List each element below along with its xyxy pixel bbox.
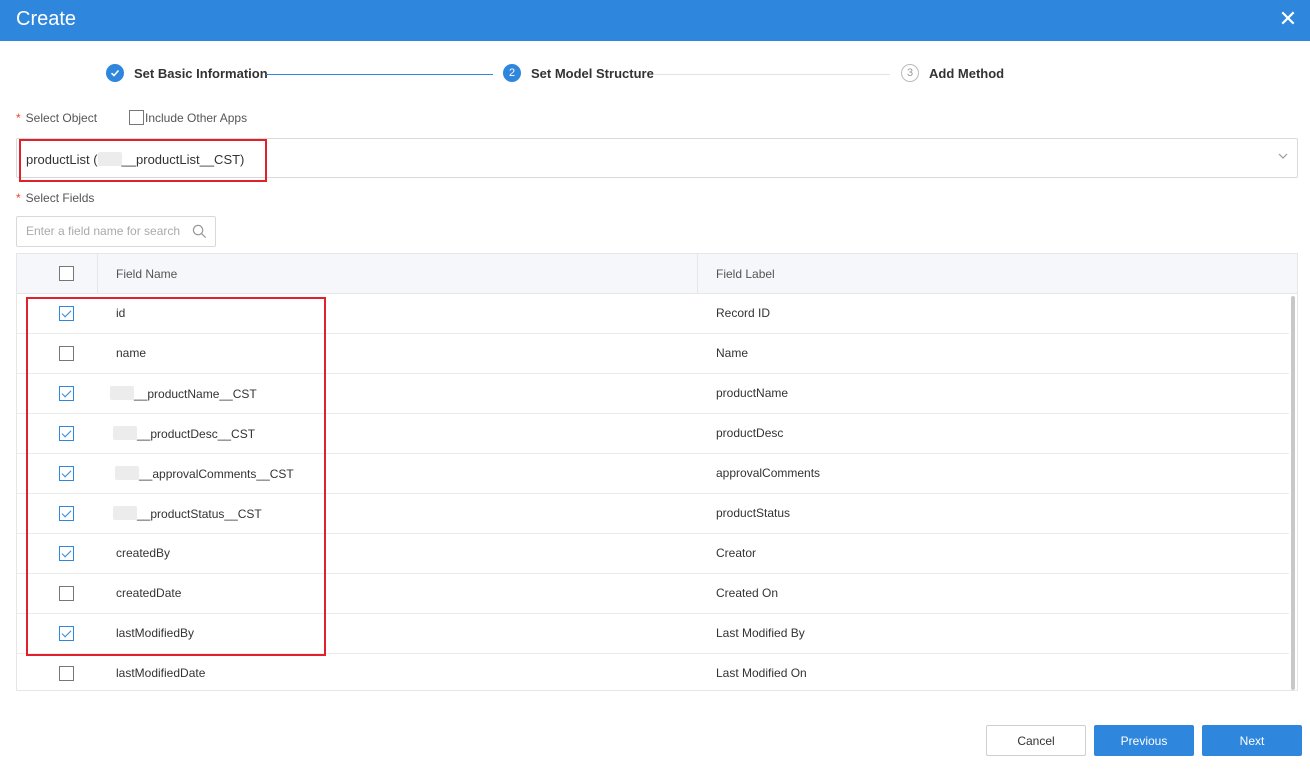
redacted-text — [113, 506, 137, 520]
redacted-text — [115, 466, 139, 480]
step-label: Set Model Structure — [531, 65, 654, 81]
step-label: Add Method — [929, 65, 1005, 81]
include-other-apps[interactable]: Include Other Apps — [129, 110, 247, 125]
chevron-down-icon[interactable] — [1277, 150, 1289, 165]
next-button[interactable]: Next — [1202, 725, 1302, 756]
field-label: productName — [716, 386, 789, 400]
field-name: __productStatus__CST — [137, 507, 262, 521]
check-icon — [106, 64, 124, 82]
redacted-text — [110, 386, 134, 400]
field-label: Last Modified By — [716, 626, 805, 640]
row-checkbox[interactable] — [59, 386, 74, 401]
field-name: lastModifiedDate — [116, 666, 206, 680]
close-icon[interactable]: ✕ — [1276, 8, 1300, 32]
select-fields-label: Select Fields — [25, 191, 95, 205]
row-checkbox[interactable] — [59, 306, 74, 321]
table-row[interactable]: __productName__CST productName — [17, 374, 1289, 414]
row-checkbox[interactable] — [59, 346, 74, 361]
row-checkbox[interactable] — [59, 586, 74, 601]
table-row[interactable]: name Name — [17, 334, 1289, 374]
object-select[interactable]: productList (__productList__CST) — [16, 138, 1298, 178]
row-checkbox[interactable] — [59, 546, 74, 561]
field-name-cell: __productDesc__CST — [113, 426, 255, 441]
dialog-title: Create — [16, 8, 77, 30]
row-checkbox[interactable] — [59, 626, 74, 641]
field-name: __productName__CST — [134, 387, 257, 401]
table-row[interactable]: __approvalComments__CST approvalComments — [17, 454, 1289, 494]
field-label: Last Modified On — [716, 666, 807, 680]
select-all-checkbox[interactable] — [59, 266, 74, 281]
select-fields-label-row: * Select Fields — [16, 191, 94, 205]
row-checkbox[interactable] — [59, 466, 74, 481]
field-name-cell: __approvalComments__CST — [115, 466, 294, 481]
field-label: Record ID — [716, 306, 771, 320]
field-label: productDesc — [716, 426, 784, 440]
include-other-apps-checkbox[interactable] — [129, 110, 144, 125]
required-mark: * — [16, 191, 21, 205]
row-checkbox[interactable] — [59, 426, 74, 441]
field-name: id — [116, 306, 126, 320]
step-connector — [266, 74, 493, 75]
table-row[interactable]: __productDesc__CST productDesc — [17, 414, 1289, 454]
column-divider — [697, 254, 698, 294]
object-select-value: productList (__productList__CST) — [26, 152, 245, 167]
step-set-model-structure: 2 Set Model Structure — [503, 64, 654, 82]
table-row[interactable]: lastModifiedBy Last Modified By — [17, 614, 1289, 654]
field-name-cell: __productName__CST — [110, 386, 257, 401]
field-name: __approvalComments__CST — [139, 467, 294, 481]
field-name: createdDate — [116, 586, 182, 600]
field-label: Created On — [716, 586, 779, 600]
field-name-cell: __productStatus__CST — [113, 506, 262, 521]
cancel-button[interactable]: Cancel — [986, 725, 1086, 756]
redacted-text — [113, 426, 137, 440]
step-number: 3 — [901, 64, 919, 82]
stepper: Set Basic Information 2 Set Model Struct… — [0, 62, 1310, 88]
search-icon[interactable] — [192, 224, 207, 239]
table-header: Field Name Field Label — [17, 254, 1297, 294]
table-row[interactable]: createdDate Created On — [17, 574, 1289, 614]
fields-table: Field Name Field Label id Record ID name… — [16, 253, 1298, 691]
row-checkbox[interactable] — [59, 506, 74, 521]
header-field-label: Field Label — [716, 267, 775, 281]
table-row[interactable]: lastModifiedDate Last Modified On — [17, 654, 1289, 690]
table-row[interactable]: id Record ID — [17, 294, 1289, 334]
field-label: Creator — [716, 546, 757, 560]
field-search[interactable] — [16, 216, 216, 247]
table-row[interactable]: createdBy Creator — [17, 534, 1289, 574]
step-connector — [654, 74, 890, 75]
field-name: createdBy — [116, 546, 171, 560]
search-input[interactable] — [26, 224, 186, 238]
step-add-method: 3 Add Method — [901, 64, 1004, 82]
dialog-header: Create ✕ — [0, 0, 1310, 41]
field-name: name — [116, 346, 147, 360]
step-number: 2 — [503, 64, 521, 82]
field-label: approvalComments — [716, 466, 821, 480]
select-object-label: Select Object — [25, 111, 98, 125]
field-name: lastModifiedBy — [116, 626, 195, 640]
header-field-name: Field Name — [116, 267, 178, 281]
field-label: Name — [716, 346, 749, 360]
field-label: productStatus — [716, 506, 791, 520]
column-divider — [97, 254, 98, 294]
required-mark: * — [16, 111, 21, 125]
row-checkbox[interactable] — [59, 666, 74, 681]
step-label: Set Basic Information — [134, 65, 268, 81]
select-object-label-row: * Select Object — [16, 111, 97, 125]
table-row[interactable]: __productStatus__CST productStatus — [17, 494, 1289, 534]
table-scrollbar[interactable] — [1291, 296, 1295, 690]
previous-button[interactable]: Previous — [1094, 725, 1194, 756]
step-set-basic-information: Set Basic Information — [106, 64, 268, 82]
field-name: __productDesc__CST — [137, 427, 256, 441]
redacted-text — [97, 152, 122, 166]
include-other-apps-label: Include Other Apps — [145, 110, 248, 125]
